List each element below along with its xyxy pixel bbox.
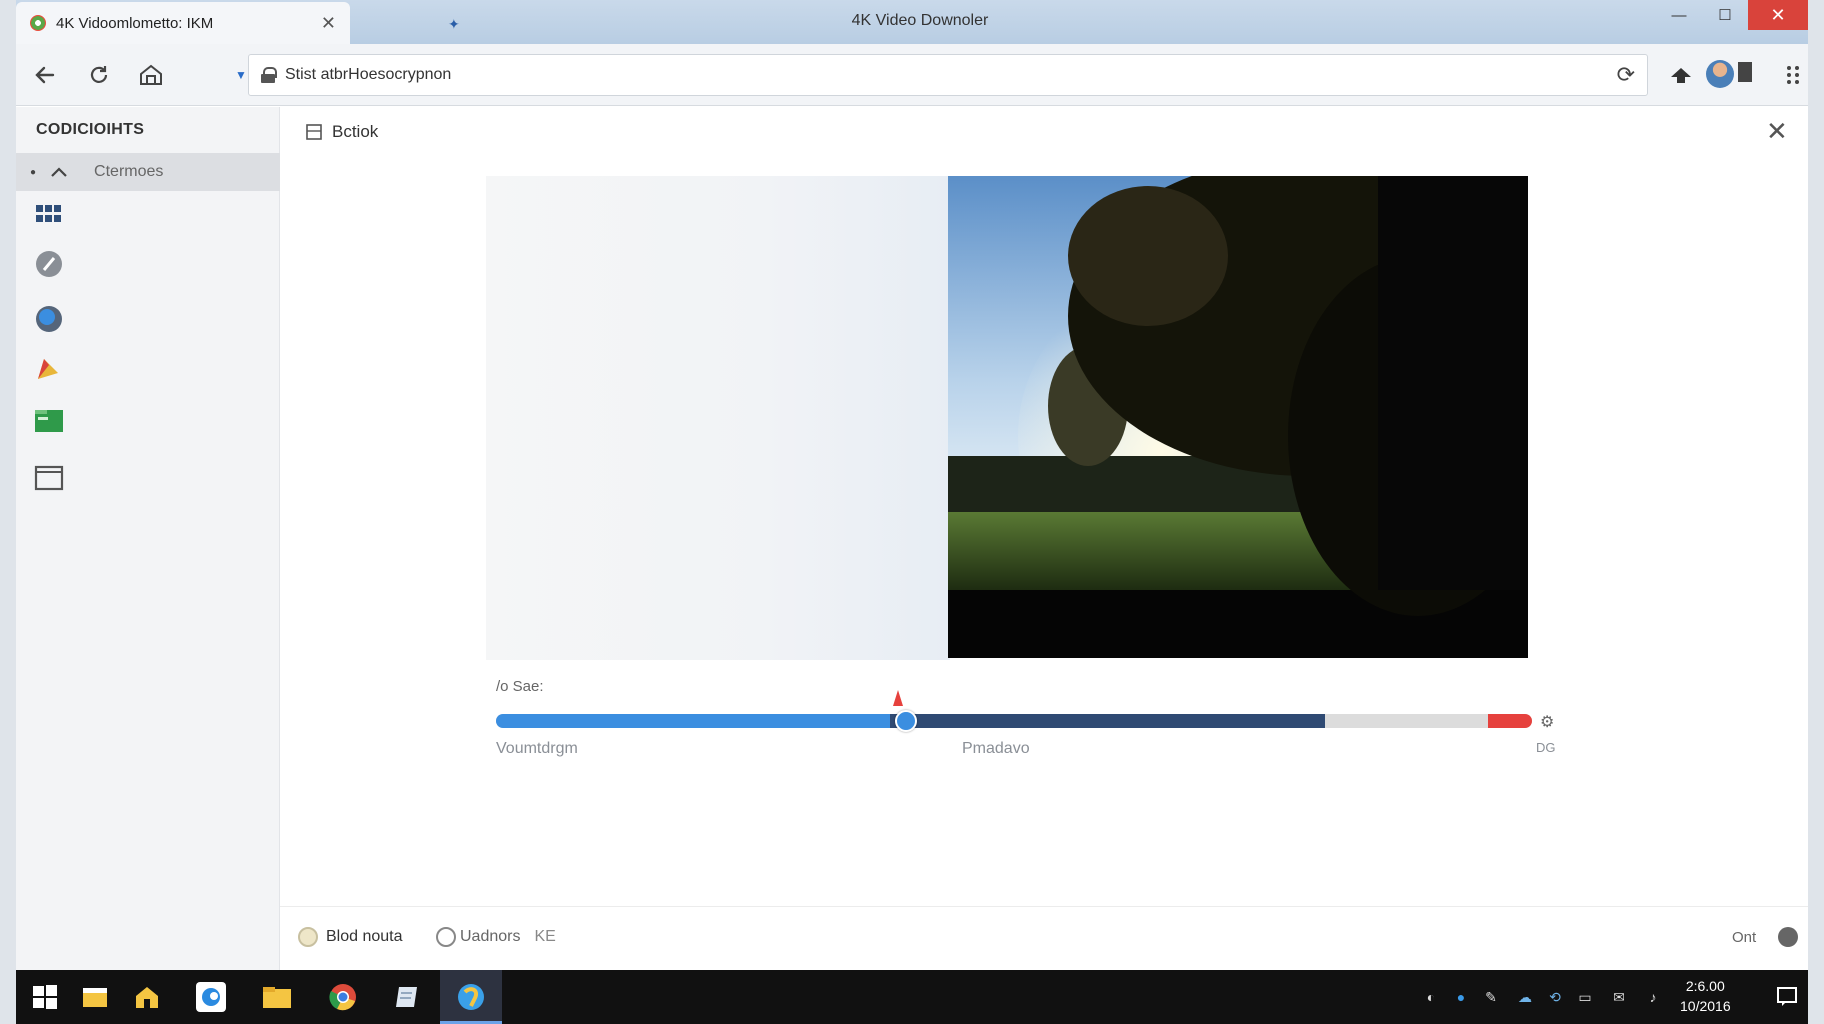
label-left: Voumtdrgm bbox=[496, 740, 578, 757]
reload-icon[interactable]: ⟳ bbox=[1617, 62, 1635, 88]
clock-date: 10/2016 bbox=[1680, 998, 1731, 1014]
sidebar-header: CODICIOIHTS bbox=[36, 121, 145, 138]
tray-volume-icon[interactable]: ♪ bbox=[1644, 988, 1662, 1006]
grid-menu-icon bbox=[1787, 66, 1799, 84]
shield-icon[interactable] bbox=[1778, 927, 1798, 947]
close-window-button[interactable]: ✕ bbox=[1748, 0, 1808, 30]
chrome-icon[interactable] bbox=[328, 982, 358, 1012]
taskbar-clock[interactable]: 2:6.00 10/2016 bbox=[1680, 976, 1731, 1016]
folder-icon[interactable] bbox=[34, 405, 64, 435]
tray-network-status-icon[interactable]: ◐ bbox=[1422, 988, 1440, 1006]
option-2-radio-icon[interactable] bbox=[436, 927, 456, 947]
settings-icon[interactable]: ⚙ bbox=[1540, 712, 1554, 732]
footer-bar: Blod nouta Uadnors KE Ont bbox=[280, 906, 1808, 970]
browser-window: 4K Vidoomlometto: IKM ✕ ✦ 4K Video Downo… bbox=[16, 0, 1808, 970]
pencil-icon[interactable] bbox=[34, 353, 64, 383]
sidebar-item-label: Ctermoes bbox=[94, 163, 164, 180]
avatar[interactable] bbox=[1706, 60, 1734, 88]
active-app-taskbar-button[interactable] bbox=[440, 970, 502, 1024]
notifications-icon[interactable] bbox=[1776, 986, 1798, 1008]
extension-button[interactable] bbox=[1664, 58, 1698, 92]
sidebar-item-selected[interactable]: ● Ctermoes bbox=[16, 153, 280, 191]
progress-track[interactable] bbox=[496, 714, 1532, 728]
tray-sync-icon[interactable]: ⟲ bbox=[1546, 988, 1564, 1006]
panel-title-text: Bctiok bbox=[332, 122, 379, 141]
back-button[interactable] bbox=[28, 58, 62, 92]
minimize-button[interactable]: — bbox=[1656, 0, 1702, 30]
window-icon[interactable] bbox=[34, 463, 64, 493]
arrow-left-icon bbox=[35, 66, 55, 84]
home-icon bbox=[140, 64, 162, 85]
progress-played bbox=[496, 714, 890, 728]
preview-fade-area bbox=[486, 176, 950, 660]
tray-app-icon[interactable]: ● bbox=[1452, 988, 1470, 1006]
window-controls: — ☐ ✕ bbox=[1656, 0, 1808, 30]
windows-logo-icon bbox=[33, 985, 57, 1009]
menu-button[interactable] bbox=[1776, 58, 1810, 92]
clock-time: 2:6.00 bbox=[1685, 978, 1725, 994]
downloader-app-icon bbox=[458, 984, 484, 1010]
tray-cloud-icon[interactable]: ☁ bbox=[1516, 988, 1534, 1006]
url-text[interactable]: Stist atbrHoesocrypnon bbox=[285, 66, 1607, 84]
progress-caption: /o Sae: bbox=[496, 678, 544, 695]
document-icon bbox=[306, 124, 322, 140]
cloud-download-icon bbox=[1671, 68, 1691, 83]
window-title: 4K Video Downoler bbox=[851, 12, 989, 29]
footer-option-2[interactable]: Uadnors KE bbox=[436, 927, 556, 947]
edge-browser-icon[interactable] bbox=[196, 982, 226, 1012]
chevron-up-icon[interactable] bbox=[50, 166, 68, 178]
tray-battery-icon[interactable]: ▭ bbox=[1576, 988, 1594, 1006]
compass-icon[interactable] bbox=[34, 249, 64, 279]
title-bar: 4K Vidoomlometto: IKM ✕ ✦ 4K Video Downo… bbox=[16, 0, 1808, 44]
close-panel-button[interactable]: ✕ bbox=[1766, 116, 1788, 147]
taskview-icon[interactable] bbox=[80, 982, 110, 1012]
notepad-icon[interactable] bbox=[392, 982, 422, 1012]
address-bar[interactable]: Stist atbrHoesocrypnon ⟳ bbox=[248, 54, 1648, 96]
sidebar: CODICIOIHTS ● Ctermoes bbox=[16, 107, 280, 970]
globe-icon[interactable] bbox=[34, 303, 64, 333]
home-button[interactable] bbox=[134, 58, 168, 92]
grid-icon[interactable] bbox=[34, 199, 64, 229]
refresh-icon bbox=[90, 66, 108, 83]
option-1-label: Blod nouta bbox=[326, 928, 403, 945]
option-2-label: Uadnors bbox=[460, 928, 521, 945]
navigation-bar: ▼ Stist atbrHoesocrypnon ⟳ bbox=[16, 44, 1808, 106]
start-button[interactable] bbox=[30, 982, 60, 1012]
store-icon[interactable] bbox=[132, 982, 162, 1012]
panel-title: Bctiok bbox=[306, 122, 378, 142]
refresh-button[interactable] bbox=[82, 58, 116, 92]
progress-end-segment bbox=[1488, 714, 1532, 728]
progress-thumb[interactable] bbox=[894, 710, 917, 732]
footer-right-text: Ont bbox=[1732, 929, 1757, 946]
lock-icon bbox=[261, 67, 277, 83]
file-explorer-icon[interactable] bbox=[262, 982, 292, 1012]
taskbar: ◐ ● ✎ ☁ ⟲ ▭ ✉ ♪ 2:6.00 10/2016 bbox=[16, 970, 1808, 1024]
profile-badge-icon bbox=[1738, 62, 1752, 82]
tray-pen-icon[interactable]: ✎ bbox=[1482, 988, 1500, 1006]
video-frame bbox=[948, 176, 1528, 658]
progress-buffered bbox=[889, 714, 1325, 728]
maximize-button[interactable]: ☐ bbox=[1702, 0, 1748, 30]
position-marker-icon bbox=[892, 690, 903, 706]
footer-option-1[interactable]: Blod nouta bbox=[298, 927, 403, 947]
label-right: DG bbox=[1536, 740, 1556, 755]
tray-chat-icon[interactable]: ✉ bbox=[1610, 988, 1628, 1006]
label-middle: Pmadavo bbox=[962, 740, 1030, 757]
option-1-radio-icon[interactable] bbox=[298, 927, 318, 947]
option-2-suffix: KE bbox=[534, 928, 556, 945]
video-preview[interactable] bbox=[948, 176, 1528, 658]
bullet-icon: ● bbox=[30, 166, 37, 178]
